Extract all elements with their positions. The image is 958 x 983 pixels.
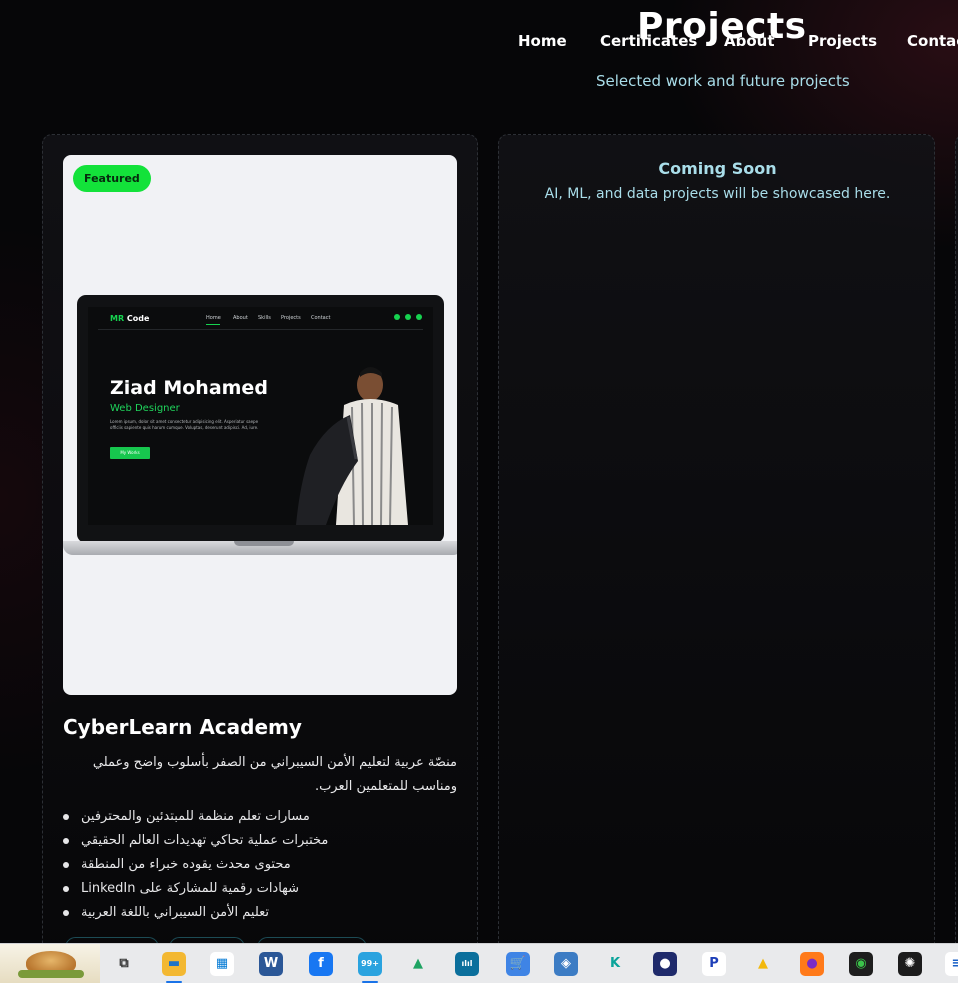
feature-item: تعليم الأمن السيبراني باللغة العربية [63,901,457,925]
nav-certificates[interactable]: Certificates [600,32,697,50]
google-drive-icon[interactable]: ▲ [406,952,430,976]
coming-soon-title: Coming Soon [658,159,777,178]
shopping-cart-icon[interactable]: 🛒 [506,952,530,976]
project-thumbnail[interactable]: Featured MR Code Home About Skills Proje… [63,155,457,695]
taskbar: ⧉ ▬ ▦ Wf 99+ ▲ ılıl 🛒 ◈ K ● P ▲ ● ◉ ✺ ≡ [0,943,958,983]
facebook-icon[interactable]: f [309,952,333,976]
p-app-icon[interactable]: P [702,952,726,976]
mockup-nav-item: Contact [311,315,331,321]
feature-text: تعليم الأمن السيبراني باللغة العربية [81,905,270,920]
laptop-screen: MR Code Home About Skills Projects Conta… [88,307,433,525]
cisco-packet-tracer-icon[interactable]: ılıl [455,952,479,976]
featured-badge: Featured [73,165,151,192]
mockup-nav-item: Skills [258,315,271,321]
chatgpt-icon[interactable]: ✺ [898,952,922,976]
mockup-lorem: Lorem ipsum, dolor sit amet consectetur … [110,419,259,430]
nav-home[interactable]: Home [518,32,567,50]
laptop-screen-frame: MR Code Home About Skills Projects Conta… [77,295,444,543]
project-feature-list: مسارات تعلم منظمة للمبتدئين والمحترفين م… [63,805,457,925]
mockup-logo-secondary: Code [126,314,150,323]
telegram-icon[interactable]: 99+ [358,952,382,976]
mockup-name: Ziad Mohamed [110,377,268,399]
mockup-logo: MR Code [110,314,149,323]
shield-app-icon[interactable]: ◈ [554,952,578,976]
mockup-button: My Works [110,447,150,459]
laptop-notch [234,541,294,546]
section-subtitle: Selected work and future projects [596,72,850,90]
firefox-icon[interactable]: ● [800,952,824,976]
google-drive-2-icon[interactable]: ▲ [751,952,775,976]
mockup-divider [98,329,423,330]
k-app-icon[interactable]: K [603,952,627,976]
coming-soon-description: AI, ML, and data projects will be showca… [544,186,891,202]
mockup-nav-underline [206,324,220,325]
word-icon[interactable]: W [259,952,283,976]
microsoft-store-icon[interactable]: ▦ [210,952,234,976]
obs-icon[interactable]: ◉ [849,952,873,976]
tradestop-icon[interactable]: ● [653,952,677,976]
bullet-icon [63,838,69,844]
feature-item: مسارات تعلم منظمة للمبتدئين والمحترفين [63,805,457,829]
mockup-nav-item: Projects [281,315,301,321]
feature-item: محتوى محدث يقوده خبراء من المنطقة [63,853,457,877]
feature-text: مسارات تعلم منظمة للمبتدئين والمحترفين [81,809,310,824]
task-view-icon[interactable]: ⧉ [112,952,136,976]
project-title[interactable]: CyberLearn Academy [63,715,302,739]
top-nav: Home Certificates About Projects Contac [0,28,958,58]
mockup-nav-item: Home [206,315,221,321]
feature-text: محتوى محدث يقوده خبراء من المنطقة [81,857,291,872]
file-explorer-icon[interactable]: ▬ [162,952,186,976]
mockup-facebook-icon [394,314,400,320]
mockup-logo-primary: MR [110,314,125,323]
ide-icon[interactable]: ≡ [945,952,958,976]
bullet-icon [63,862,69,868]
project-description: منصّة عربية لتعليم الأمن السيبراني من ال… [92,755,457,794]
feature-text: مختبرات عملية تحاكي تهديدات العالم الحقي… [81,833,329,848]
mockup-twitter-icon [405,314,411,320]
project-card-coming-soon: Coming Soon AI, ML, and data projects wi… [498,134,935,964]
bullet-icon [63,910,69,916]
wheat-icon [18,970,84,978]
nav-about[interactable]: About [724,32,775,50]
nav-contact[interactable]: Contac [907,32,958,50]
mockup-role: Web Designer [110,403,180,414]
laptop-mockup: MR Code Home About Skills Projects Conta… [63,295,457,565]
bullet-icon [63,814,69,820]
mockup-instagram-icon [416,314,422,320]
feature-text: شهادات رقمية للمشاركة على LinkedIn [81,881,300,896]
feature-item: مختبرات عملية تحاكي تهديدات العالم الحقي… [63,829,457,853]
bullet-icon [63,886,69,892]
mockup-person-image [296,367,408,525]
projects-page: Projects Home Certificates About Project… [0,0,958,983]
feature-item: شهادات رقمية للمشاركة على LinkedIn [63,877,457,901]
start-button[interactable] [0,944,100,983]
nav-projects[interactable]: Projects [808,32,877,50]
project-card-cyberlearn[interactable]: Featured MR Code Home About Skills Proje… [42,134,478,964]
mockup-nav-item: About [233,315,248,321]
